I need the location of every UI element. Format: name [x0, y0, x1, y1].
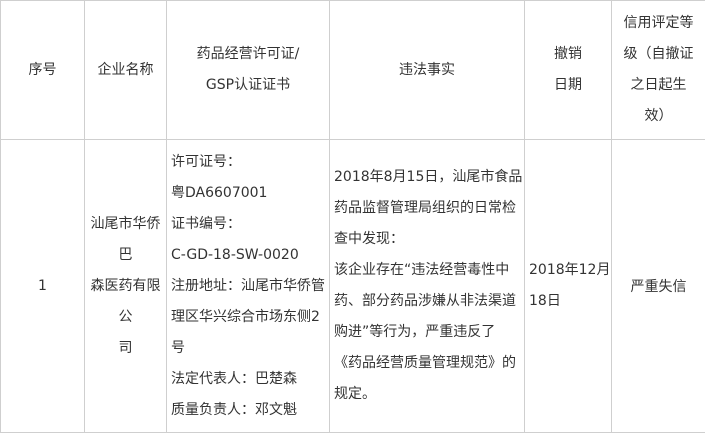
cell-revoke-date: 2018年12月 18日 — [524, 139, 612, 433]
cell-index: 1 — [0, 139, 85, 433]
cell-violation: 2018年8月15日，汕尾市食品 药品监督管理局组织的日常检 查中发现： 该企业… — [329, 139, 525, 433]
header-company: 企业名称 — [84, 0, 167, 140]
header-violation: 违法事实 — [329, 0, 525, 140]
header-credit-rating: 信用评定等 级（自撤证 之日起生 效） — [611, 0, 705, 140]
table-header-row: 序号 企业名称 药品经营许可证/ GSP认证证书 违法事实 撤销 日期 信用评定… — [0, 0, 705, 140]
revocation-table: 序号 企业名称 药品经营许可证/ GSP认证证书 违法事实 撤销 日期 信用评定… — [0, 0, 705, 433]
table-row: 1 汕尾市华侨巴 森医药有限公 司 许可证号： 粤DA6607001 证书编号：… — [0, 139, 705, 433]
cell-credit-rating: 严重失信 — [611, 139, 705, 433]
cell-company: 汕尾市华侨巴 森医药有限公 司 — [84, 139, 167, 433]
header-index: 序号 — [0, 0, 85, 140]
header-license: 药品经营许可证/ GSP认证证书 — [166, 0, 330, 140]
header-revoke-date: 撤销 日期 — [524, 0, 612, 140]
cell-license: 许可证号： 粤DA6607001 证书编号： C-GD-18-SW-0020 注… — [166, 139, 330, 433]
